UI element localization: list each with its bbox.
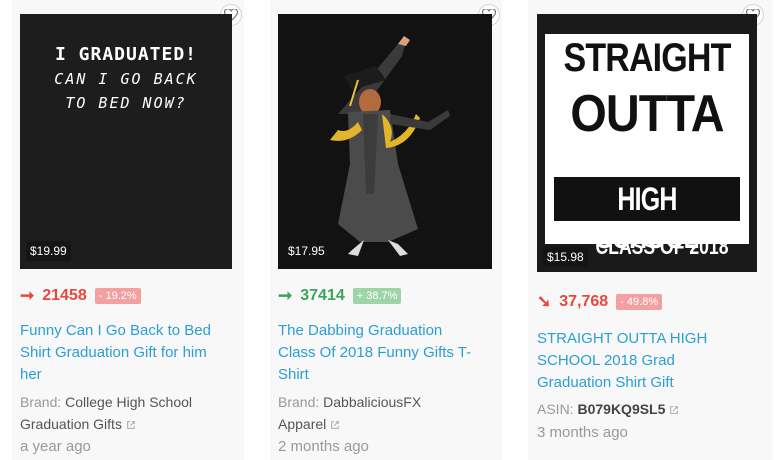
image-text-line: OUTTA xyxy=(570,85,724,143)
price-badge: $17.95 xyxy=(284,241,329,261)
price-badge: $15.98 xyxy=(543,247,588,267)
time-ago: 3 months ago xyxy=(537,424,628,441)
time-ago: a year ago xyxy=(20,438,91,455)
brand-info: Brand: College High School Graduation Gi… xyxy=(20,391,242,435)
brand-info: Brand: DabbaliciousFX Apparel xyxy=(278,391,500,435)
product-title-link[interactable]: STRAIGHT OUTTA HIGH SCHOOL 2018 Grad Gra… xyxy=(537,328,767,394)
external-link-icon[interactable] xyxy=(669,405,679,415)
rank-row: ➞ 37414 + 38.7% xyxy=(278,286,402,306)
trend-down-right-icon: ➘ xyxy=(537,292,552,311)
external-link-icon[interactable] xyxy=(330,420,340,430)
trend-down-right-icon: ➞ xyxy=(20,286,35,305)
image-text-line: CAN I GO BACK xyxy=(54,70,198,88)
brand-value: Apparel xyxy=(278,416,327,432)
asin-info: ASIN: B079KQ9SL5 xyxy=(537,398,767,420)
brand-value: Graduation Gifts xyxy=(20,416,122,432)
external-link-icon[interactable] xyxy=(126,420,136,430)
asin-value: B079KQ9SL5 xyxy=(577,401,666,417)
asin-label: ASIN: xyxy=(537,401,574,417)
product-card[interactable]: STRAIGHT OUTTA HIGH SCHOOL CLASS OF 2018… xyxy=(528,0,773,460)
rank-row: ➘ 37,768 - 49.8% xyxy=(537,292,663,312)
rank-change-badge: - 49.8% xyxy=(616,294,663,310)
time-ago: 2 months ago xyxy=(278,438,369,455)
title-line: Shirt xyxy=(278,366,309,383)
brand-label: Brand: xyxy=(20,394,62,410)
title-line: Funny Can I Go Back to Bed xyxy=(20,322,211,339)
image-text-line: STRAIGHT xyxy=(563,36,732,80)
title-line: Graduation Shirt Gift xyxy=(537,374,674,391)
product-card[interactable]: I GRADUATED! CAN I GO BACK TO BED NOW? $… xyxy=(12,0,244,460)
sales-rank: 37,768 xyxy=(559,293,609,310)
product-title-link[interactable]: Funny Can I Go Back to Bed Shirt Graduat… xyxy=(20,320,240,386)
product-image[interactable]: STRAIGHT OUTTA HIGH SCHOOL CLASS OF 2018… xyxy=(537,14,757,272)
brand-value: DabbaliciousFX xyxy=(323,394,422,410)
brand-label: Brand: xyxy=(278,394,320,410)
image-text-line: TO BED NOW? xyxy=(65,94,187,112)
product-title-link[interactable]: The Dabbing Graduation Class Of 2018 Fun… xyxy=(278,320,498,386)
brand-value: College High School xyxy=(65,394,192,410)
title-line: SCHOOL 2018 Grad xyxy=(537,352,675,369)
image-text-line: CLASS OF 2018 xyxy=(595,234,729,259)
rank-change-badge: - 19.2% xyxy=(94,288,141,304)
dabbing-graduate-illustration xyxy=(330,36,450,256)
product-card[interactable]: $17.95 ➞ 37414 + 38.7% The Dabbing Gradu… xyxy=(270,0,502,460)
title-line: Class Of 2018 Funny Gifts T- xyxy=(278,344,472,361)
trend-up-right-icon: ➞ xyxy=(278,286,293,305)
title-line: Shirt Graduation Gift for him xyxy=(20,344,207,361)
product-image[interactable]: I GRADUATED! CAN I GO BACK TO BED NOW? $… xyxy=(20,14,232,269)
sales-rank: 37414 xyxy=(300,287,345,304)
title-line: The Dabbing Graduation xyxy=(278,322,443,339)
title-line: her xyxy=(20,366,42,383)
rank-row: ➞ 21458 - 19.2% xyxy=(20,286,141,306)
title-line: STRAIGHT OUTTA HIGH xyxy=(537,330,708,347)
sales-rank: 21458 xyxy=(42,287,87,304)
price-badge: $19.99 xyxy=(26,241,71,261)
image-text-line: I GRADUATED! xyxy=(54,44,198,65)
product-image[interactable]: $17.95 xyxy=(278,14,492,269)
rank-change-badge: + 38.7% xyxy=(352,288,402,304)
